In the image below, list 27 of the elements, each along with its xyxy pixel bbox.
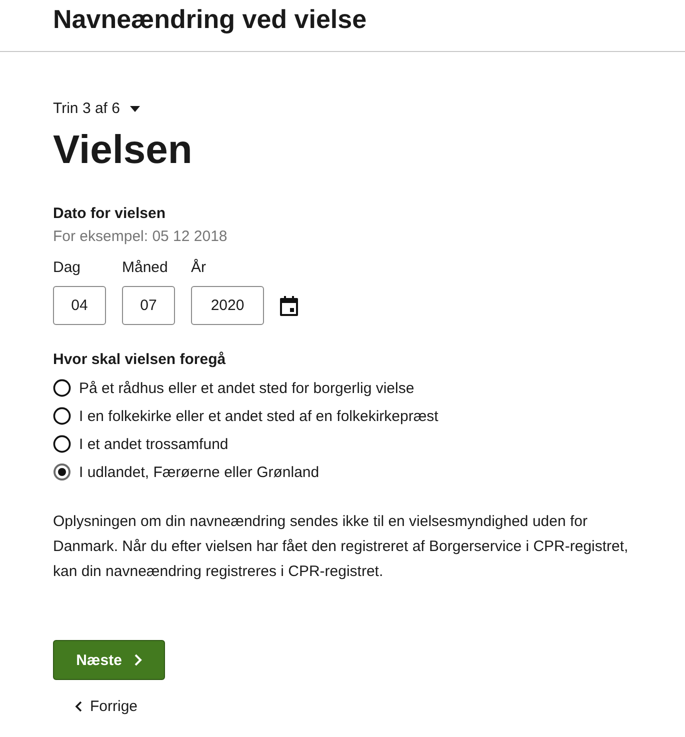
field-label: Hvor skal vielsen foregå: [53, 351, 227, 368]
option-label[interactable]: I et andet trossamfund: [79, 436, 228, 452]
info-paragraph: Oplysningen om din navneændring sendes ikke til en vielsesmyndighed uden for Danmark. Når du efter vielsen har fået den registreret af Borgerservice i CPR-registret, kan din navneændring registreres i CPR-registret.: [53, 512, 630, 582]
section-heading: Vielsen: [53, 127, 194, 174]
date-input[interactable]: 2020: [191, 286, 264, 325]
field-label: Måned: [122, 259, 169, 276]
radio-button[interactable]: [53, 435, 71, 453]
calendar-icon[interactable]: [280, 296, 298, 316]
chevron-right-icon: [134, 654, 142, 666]
field-label: År: [191, 259, 207, 276]
hint-text: For eksempel: 05 12 2018: [53, 228, 228, 245]
caret-icon: [130, 106, 140, 112]
radio-button[interactable]: [53, 407, 71, 425]
date-input[interactable]: 07: [122, 286, 175, 325]
step-dropdown[interactable]: Trin 3 af 6: [53, 100, 140, 117]
page-title: Navneændring ved vielse: [53, 4, 367, 35]
option-label[interactable]: I en folkekirke eller et andet sted af en folkekirkepræst: [79, 408, 438, 424]
back-link[interactable]: Forrige: [75, 698, 138, 715]
radio-button[interactable]: [53, 463, 71, 481]
field-label: Dag: [53, 259, 82, 276]
field-label: Dato for vielsen: [53, 205, 167, 222]
date-input[interactable]: 04: [53, 286, 106, 325]
option-label[interactable]: På et rådhus eller et andet sted for borgerlig vielse: [79, 380, 414, 396]
next-button[interactable]: Næste: [53, 640, 165, 680]
chevron-left-icon: [75, 701, 82, 712]
option-label[interactable]: I udlandet, Færøerne eller Grønland: [79, 464, 320, 480]
radio-button[interactable]: [53, 379, 71, 397]
